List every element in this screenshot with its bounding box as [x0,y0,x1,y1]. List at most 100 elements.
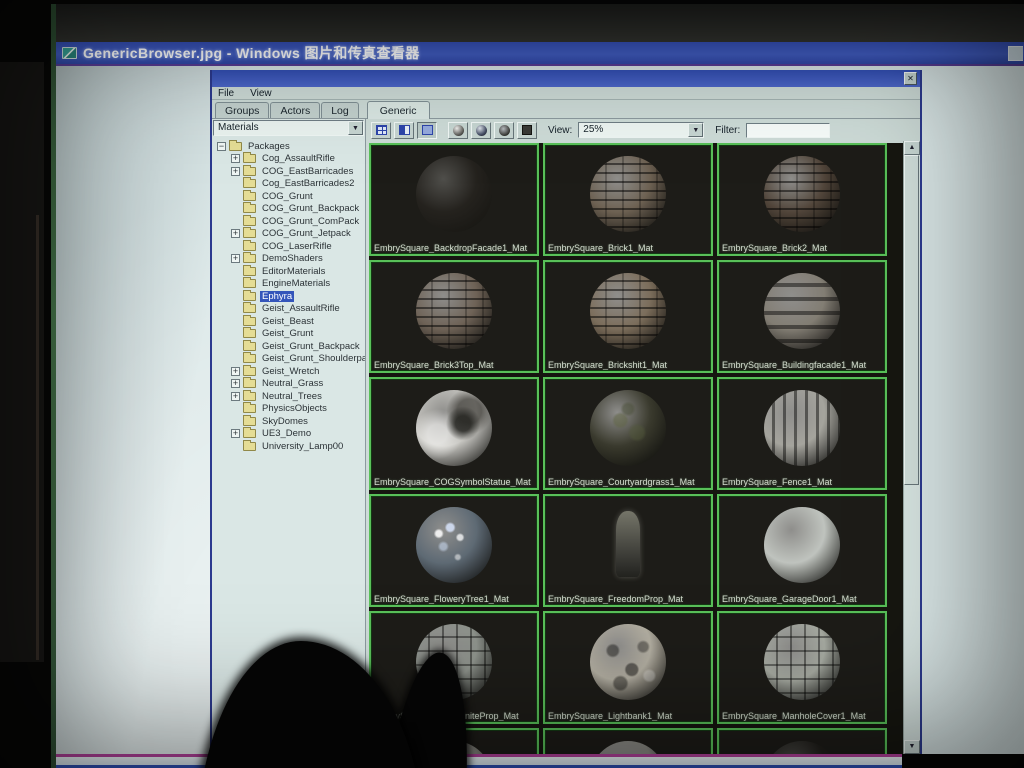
tree-item[interactable]: Cog_EastBarricades2 [212,178,365,191]
tree-item[interactable]: EngineMaterials [212,278,365,291]
vertical-scrollbar[interactable]: ▲ ▼ [903,141,920,754]
material-tile[interactable]: EmbrySquare_Brick3Top_Mat [369,260,539,373]
scroll-down-icon[interactable]: ▼ [904,740,920,754]
tab-actors[interactable]: Actors [270,102,320,118]
folder-icon [243,429,256,438]
scrollbar-thumb[interactable] [904,155,919,485]
material-tile[interactable]: EmbrySquare_COGSymbolStatue_Mat [369,377,539,490]
chevron-down-icon[interactable]: ▼ [348,121,363,135]
material-tile[interactable]: EmbrySquare_FloweryTree1_Mat [369,494,539,607]
tree-item[interactable]: COG_LaserRifle [212,240,365,253]
folder-icon [243,254,256,263]
close-icon[interactable]: ✕ [904,72,917,85]
expand-icon[interactable]: + [231,392,240,401]
tree-item[interactable]: COG_Grunt_Backpack [212,203,365,216]
sphere3-primitive-button[interactable] [494,122,514,139]
tree-spacer [231,267,240,276]
expand-icon[interactable]: + [231,429,240,438]
viewer-window-button[interactable] [1008,46,1023,61]
tree-item[interactable]: +UE3_Demo [212,428,365,441]
material-name-label: EmbrySquare_Courtyardgrass1_Mat [548,477,709,487]
zoom-level-dropdown[interactable]: 25% ▼ [578,122,704,138]
tree-item[interactable]: University_Lamp00 [212,440,365,453]
expand-icon[interactable]: + [231,229,240,238]
tree-item[interactable]: +COG_EastBarricades [212,165,365,178]
material-tile[interactable] [717,728,887,754]
tree-item-label: Geist_Grunt_Backpack [260,341,362,352]
folder-icon [243,242,256,251]
folder-icon [243,404,256,413]
scroll-up-icon[interactable]: ▲ [904,141,920,155]
tree-item[interactable]: +Neutral_Grass [212,378,365,391]
expand-icon[interactable]: + [231,167,240,176]
tree-spacer [231,342,240,351]
tree-item[interactable]: Geist_Grunt_Shoulderpad [212,353,365,366]
chevron-down-icon[interactable]: ▼ [688,123,703,137]
folder-icon [243,229,256,238]
material-tile[interactable]: EmbrySquare_GarageDoor1_Mat [717,494,887,607]
tree-item[interactable]: PhysicsObjects [212,403,365,416]
zoom-level-value: 25% [579,123,688,137]
folder-icon [243,329,256,338]
tab-groups[interactable]: Groups [215,102,269,118]
tree-item[interactable]: COG_Grunt_ComPack [212,215,365,228]
material-tile[interactable]: EmbrySquare_Brickshit1_Mat [543,260,713,373]
material-tile[interactable]: EmbrySquare_FreedomProp_Mat [543,494,713,607]
tree-item-label: Cog_EastBarricades2 [260,178,356,189]
tree-item[interactable]: +Geist_Wretch [212,365,365,378]
menu-view[interactable]: View [250,88,272,99]
tree-item[interactable]: SkyDomes [212,415,365,428]
tree-spacer [231,317,240,326]
folder-icon [243,354,256,363]
tree-spacer [231,279,240,288]
material-tile[interactable]: EmbrySquare_Buildingfacade1_Mat [717,260,887,373]
expand-icon[interactable]: + [231,254,240,263]
tree-item[interactable]: Ephyra [212,290,365,303]
material-tile[interactable]: EmbrySquare_BackdropFacade1_Mat [369,143,539,256]
expand-icon[interactable]: + [231,367,240,376]
tree-item[interactable]: Geist_AssaultRifle [212,303,365,316]
tree-item[interactable]: +COG_Grunt_Jetpack [212,228,365,241]
sphere2-primitive-button[interactable] [471,122,491,139]
resource-type-dropdown[interactable]: Materials ▼ [213,120,364,136]
material-name-label: EmbrySquare_Buildingfacade1_Mat [722,360,883,370]
filter-input[interactable] [746,123,830,138]
tab-generic[interactable]: Generic [367,101,430,119]
tree-item-label: PhysicsObjects [260,403,329,414]
single-view-icon [422,125,433,135]
shaded-sphere-icon [476,125,487,136]
tree-item[interactable]: EditorMaterials [212,265,365,278]
material-tile[interactable]: EmbrySquare_Courtyardgrass1_Mat [543,377,713,490]
tree-item-label: Geist_Beast [260,316,316,327]
preview-view-button[interactable] [417,122,437,139]
tree-item[interactable]: Geist_Beast [212,315,365,328]
tree-item[interactable]: COG_Grunt [212,190,365,203]
sphere-primitive-button[interactable] [448,122,468,139]
resource-type-value: Materials [214,121,348,135]
material-tile[interactable]: EmbrySquare_Lightbank1_Mat [543,611,713,724]
material-tile[interactable]: EmbrySquare_Fence1_Mat [717,377,887,490]
material-name-label: EmbrySquare_FloweryTree1_Mat [374,594,535,604]
tree-item[interactable]: −Packages [212,140,365,153]
material-tile[interactable]: EmbrySquare_Brick2_Mat [717,143,887,256]
cube-primitive-button[interactable] [517,122,537,139]
menu-file[interactable]: File [218,88,234,99]
tab-log[interactable]: Log [321,102,359,118]
tree-item[interactable]: Geist_Grunt_Backpack [212,340,365,353]
material-tile[interactable] [543,728,713,754]
material-tile[interactable]: EmbrySquare_ManholeCover1_Mat [717,611,887,724]
tree-item[interactable]: +Neutral_Trees [212,390,365,403]
expand-icon[interactable]: + [231,379,240,388]
folder-icon [243,304,256,313]
material-texture-overlay [764,624,840,700]
expand-icon[interactable]: + [231,154,240,163]
split-view-button[interactable] [394,122,414,139]
material-name-label: EmbrySquare_Brick3Top_Mat [374,360,535,370]
tree-item[interactable]: +Cog_AssaultRifle [212,153,365,166]
tree-item[interactable]: +DemoShaders [212,253,365,266]
collapse-icon[interactable]: − [217,142,226,151]
thumbnail-view-button[interactable] [371,122,391,139]
tree-item[interactable]: Geist_Grunt [212,328,365,341]
tree-spacer [231,242,240,251]
material-tile[interactable]: EmbrySquare_Brick1_Mat [543,143,713,256]
